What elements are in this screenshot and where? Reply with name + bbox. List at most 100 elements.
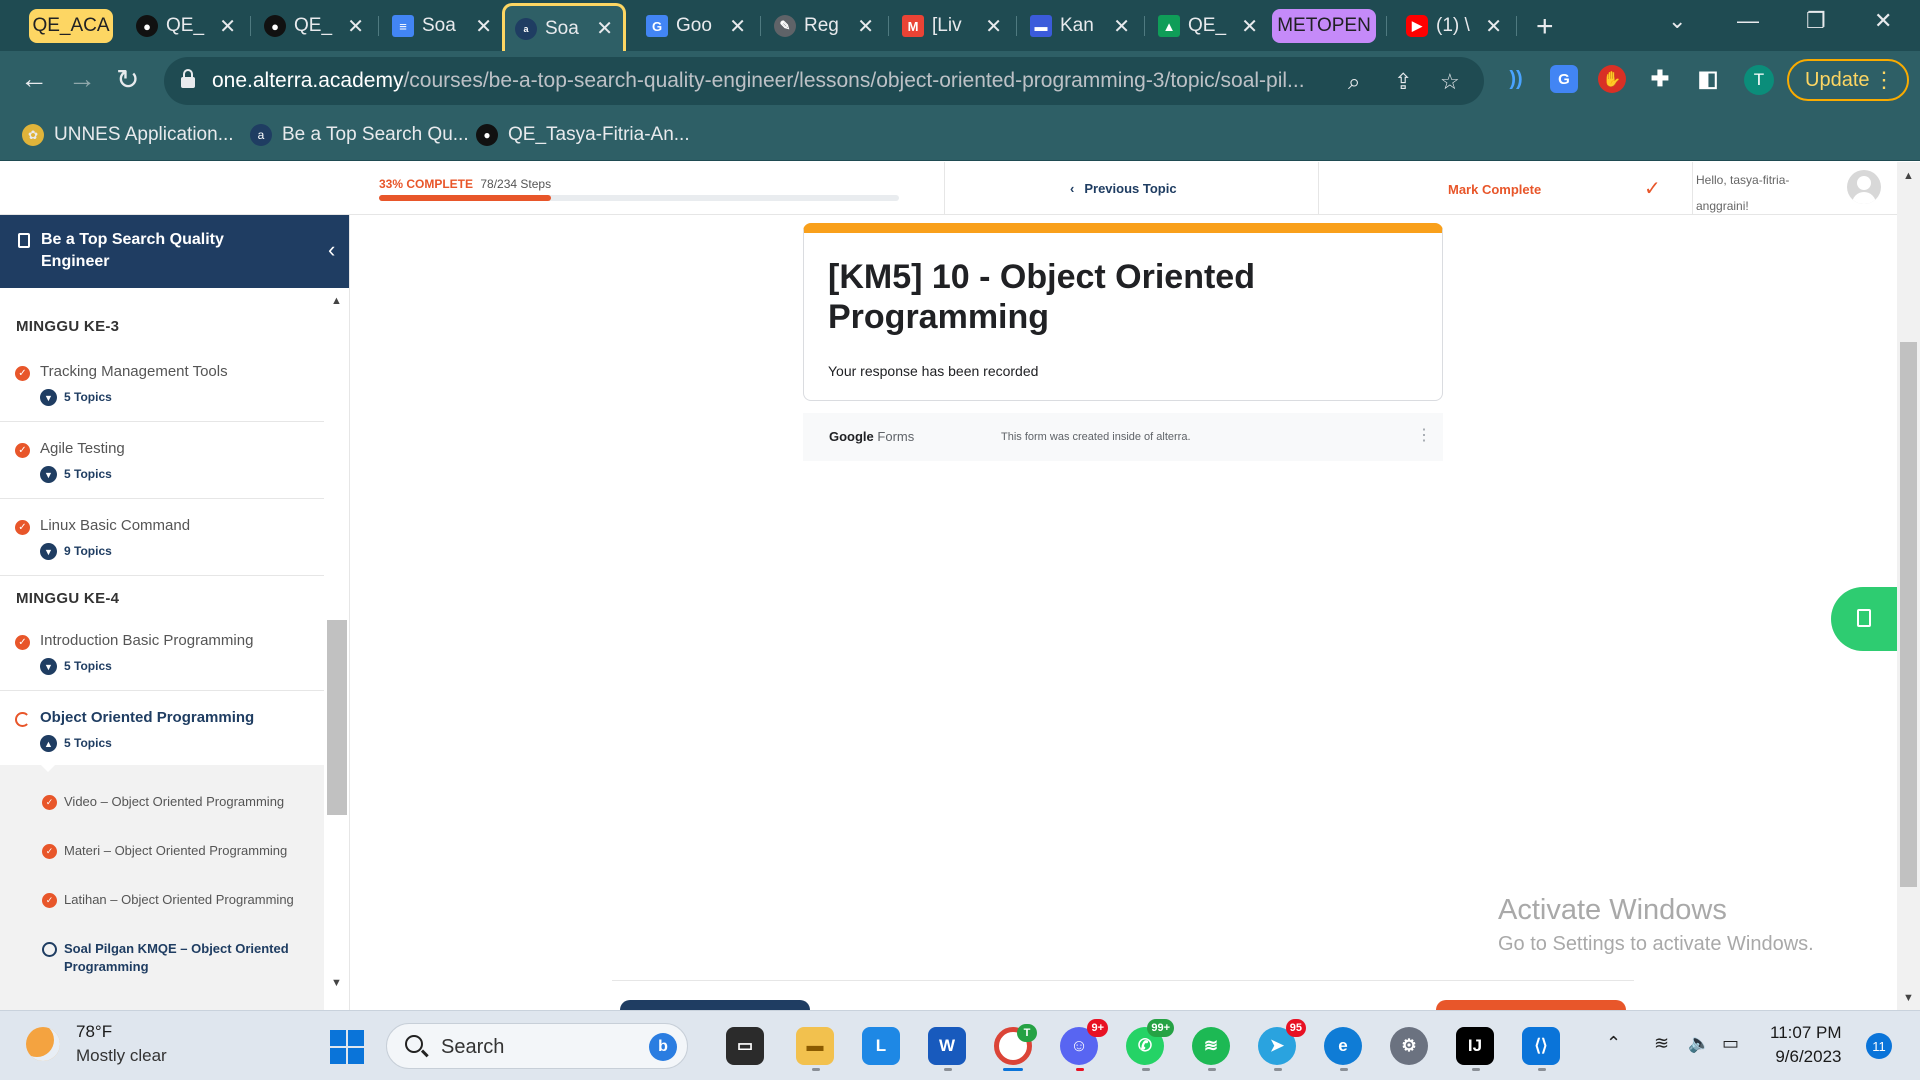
bookmark-alterra-course[interactable]: a Be a Top Search Qu... [250, 124, 469, 146]
side-panel-icon[interactable]: ◧ [1694, 65, 1722, 93]
more-menu-icon[interactable]: ⋮ [1873, 67, 1895, 93]
edge-icon[interactable]: e [1324, 1027, 1362, 1065]
tab-search-chevron-icon[interactable]: ⌄ [1668, 8, 1686, 34]
checkmark-icon[interactable]: ✓ [1644, 176, 1661, 201]
volume-icon[interactable]: 🔈 [1688, 1033, 1710, 1054]
lesson-item-current[interactable]: Object Oriented Programming ▲ 5 Topics [0, 691, 324, 768]
sidebar-scroll-thumb[interactable] [327, 620, 347, 815]
extensions-puzzle-icon[interactable]: ✚ [1646, 65, 1674, 93]
form-title: [KM5] 10 - Object Oriented Programming [828, 258, 1255, 336]
floating-notes-button[interactable] [1831, 587, 1897, 651]
lesson-item[interactable]: ✓ Linux Basic Command ▼ 9 Topics [0, 499, 324, 576]
intellij-icon[interactable]: IJ [1456, 1027, 1494, 1065]
pencil-icon: ✎ [774, 15, 796, 37]
address-bar[interactable]: one.alterra.academy/courses/be-a-top-sea… [164, 57, 1484, 105]
back-arrow-icon[interactable]: ← [20, 63, 48, 95]
mark-complete-button[interactable]: Mark Complete [1448, 182, 1541, 197]
close-icon[interactable]: ✕ [729, 14, 746, 39]
user-avatar[interactable] [1847, 170, 1881, 204]
zoom-icon[interactable]: ⌕ [1348, 69, 1360, 95]
bing-icon[interactable]: b [649, 1033, 677, 1061]
browser-tab-7[interactable]: M [Liv ✕ [892, 6, 1012, 46]
browser-tab-5[interactable]: G Goo ✕ [636, 6, 756, 46]
page-scroll-thumb[interactable] [1900, 342, 1917, 887]
collapse-sidebar-icon[interactable]: ‹ [328, 237, 335, 263]
new-tab-button[interactable]: + [1536, 10, 1554, 44]
browser-toolbar: ← → ↻ one.alterra.academy/courses/be-a-t… [0, 51, 1920, 113]
google-translate-extension-icon[interactable]: G [1550, 65, 1578, 93]
scroll-up-icon[interactable]: ▲ [331, 295, 342, 307]
lesson-item[interactable]: ✓ Agile Testing ▼ 5 Topics [0, 422, 324, 499]
reload-icon[interactable]: ↻ [116, 63, 139, 96]
chevron-down-icon[interactable]: ▼ [40, 466, 57, 483]
whatsapp-icon[interactable]: ✆ 99+ [1126, 1019, 1174, 1065]
browser-tab-2[interactable]: ● QE_ ✕ [254, 6, 374, 46]
word-icon[interactable]: W [928, 1027, 966, 1065]
vscode-icon[interactable]: ⟨⟩ [1522, 1027, 1560, 1065]
close-icon[interactable]: ✕ [596, 16, 613, 41]
close-icon[interactable]: ✕ [1113, 14, 1130, 39]
close-icon[interactable]: ✕ [857, 14, 874, 39]
lark-icon[interactable]: L [862, 1027, 900, 1065]
notification-badge[interactable]: 11 [1866, 1033, 1892, 1059]
bookmark-unnes[interactable]: ✿ UNNES Application... [22, 124, 234, 146]
taskbar-search[interactable]: Search b [386, 1023, 688, 1069]
settings-gear-icon[interactable]: ⚙ [1390, 1027, 1428, 1065]
close-icon[interactable]: ✕ [219, 14, 236, 39]
browser-tab-8[interactable]: ▬ Kan ✕ [1020, 6, 1140, 46]
system-clock[interactable]: 11:07 PM 9/6/2023 [1770, 1021, 1842, 1069]
restore-icon[interactable]: ❐ [1806, 8, 1826, 34]
tab-group-metopen[interactable]: METOPEN [1272, 9, 1376, 43]
next-lesson-button[interactable] [1436, 1000, 1626, 1010]
more-options-icon[interactable]: ⋮ [1416, 425, 1432, 445]
browser-tab-10[interactable]: ▶ (1) \ ✕ [1396, 6, 1512, 46]
previous-topic-button[interactable]: ‹ Previous Topic [1070, 181, 1177, 196]
bookmark-github-repo[interactable]: ● QE_Tasya-Fitria-An... [476, 124, 690, 146]
start-button[interactable] [330, 1030, 364, 1064]
lesson-item[interactable]: ✓ Introduction Basic Programming ▼ 5 Top… [0, 614, 324, 691]
previous-lesson-button[interactable] [620, 1000, 810, 1010]
scroll-up-icon[interactable]: ▲ [1903, 170, 1914, 182]
activate-windows-watermark: Activate Windows Go to Settings to activ… [1498, 894, 1814, 955]
page-scrollbar[interactable]: ▲ ▼ [1897, 162, 1920, 1010]
browser-tab-3[interactable]: ≡ Soa ✕ [382, 6, 502, 46]
telegram-icon[interactable]: ➤ 95 [1258, 1019, 1306, 1065]
chevron-up-icon[interactable]: ⌃ [1606, 1033, 1621, 1054]
close-icon[interactable]: ✕ [1241, 14, 1258, 39]
google-forms-logo[interactable]: Google Forms [829, 429, 914, 444]
profile-avatar[interactable]: T [1744, 65, 1774, 95]
scroll-down-icon[interactable]: ▼ [331, 977, 342, 989]
chevron-down-icon[interactable]: ▼ [40, 389, 57, 406]
close-icon[interactable]: ✕ [1485, 14, 1502, 39]
update-button[interactable]: Update ⋮ [1787, 59, 1909, 101]
adblock-extension-icon[interactable]: ✋ [1598, 65, 1626, 93]
window-close-icon[interactable]: ✕ [1874, 8, 1892, 34]
browser-tab-1[interactable]: ● QE_ ✕ [126, 6, 246, 46]
bookmark-star-icon[interactable]: ☆ [1440, 69, 1460, 95]
chevron-down-icon[interactable]: ▼ [40, 658, 57, 675]
close-icon[interactable]: ✕ [475, 14, 492, 39]
browser-tab-9[interactable]: ▲ QE_ ✕ [1148, 6, 1268, 46]
lesson-item[interactable]: ✓ Tracking Management Tools ▼ 5 Topics [0, 345, 324, 422]
browser-tab-4-active[interactable]: a Soa ✕ [502, 3, 626, 51]
read-aloud-extension-icon[interactable]: )) [1502, 65, 1530, 93]
task-view-icon[interactable]: ▭ [726, 1027, 764, 1065]
browser-tab-6[interactable]: ✎ Reg ✕ [764, 6, 884, 46]
scroll-down-icon[interactable]: ▼ [1903, 992, 1914, 1004]
chrome-icon[interactable]: T [994, 1024, 1037, 1065]
spotify-icon[interactable]: ≋ [1192, 1027, 1230, 1065]
close-icon[interactable]: ✕ [347, 14, 364, 39]
wifi-icon[interactable]: ≋ [1654, 1033, 1669, 1054]
discord-icon[interactable]: ☺ 9+ [1060, 1019, 1108, 1065]
minimize-icon[interactable]: — [1737, 8, 1759, 34]
tab-group-qe-aca[interactable]: QE_ACA [29, 9, 113, 43]
forward-arrow-icon[interactable]: → [68, 63, 96, 95]
file-explorer-icon[interactable]: ▬ [796, 1027, 834, 1065]
chevron-down-icon[interactable]: ▼ [40, 543, 57, 560]
share-icon[interactable]: ⇪ [1394, 69, 1412, 95]
battery-icon[interactable]: ▭ [1722, 1033, 1739, 1054]
google-form-footer: Google Forms This form was created insid… [803, 413, 1443, 461]
chevron-up-icon[interactable]: ▲ [40, 735, 57, 752]
close-icon[interactable]: ✕ [985, 14, 1002, 39]
check-circle-icon: ✓ [15, 366, 30, 381]
